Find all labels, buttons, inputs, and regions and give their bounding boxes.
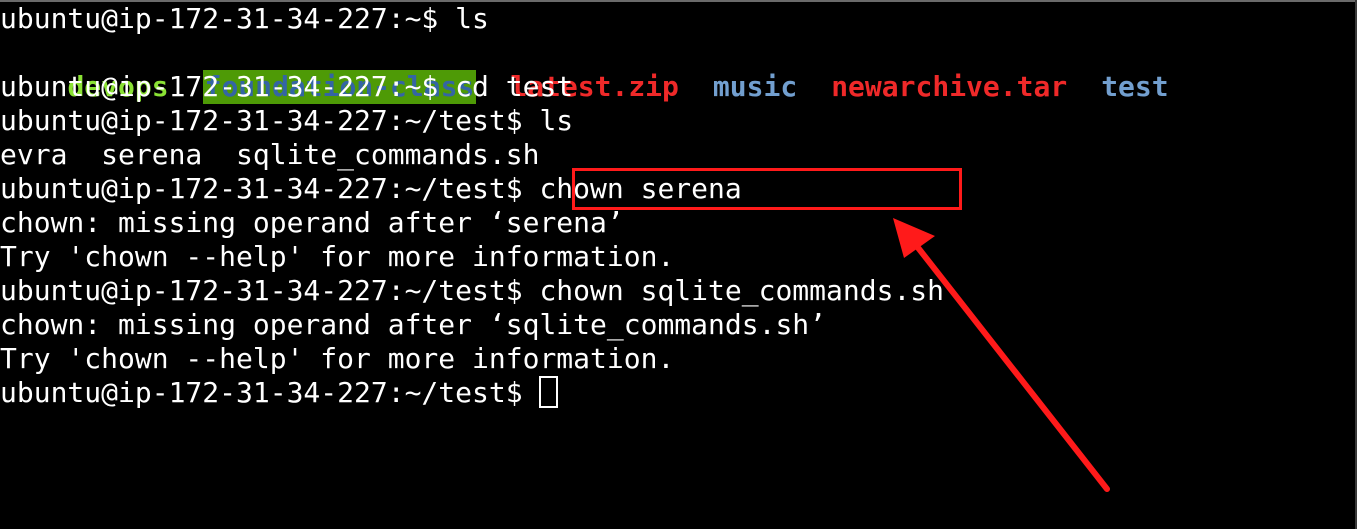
annotation-arrow-icon	[893, 218, 1110, 492]
terminal-window[interactable]: ubuntu@ip-172-31-34-227:~$ ls devops foun…	[0, 0, 1357, 529]
